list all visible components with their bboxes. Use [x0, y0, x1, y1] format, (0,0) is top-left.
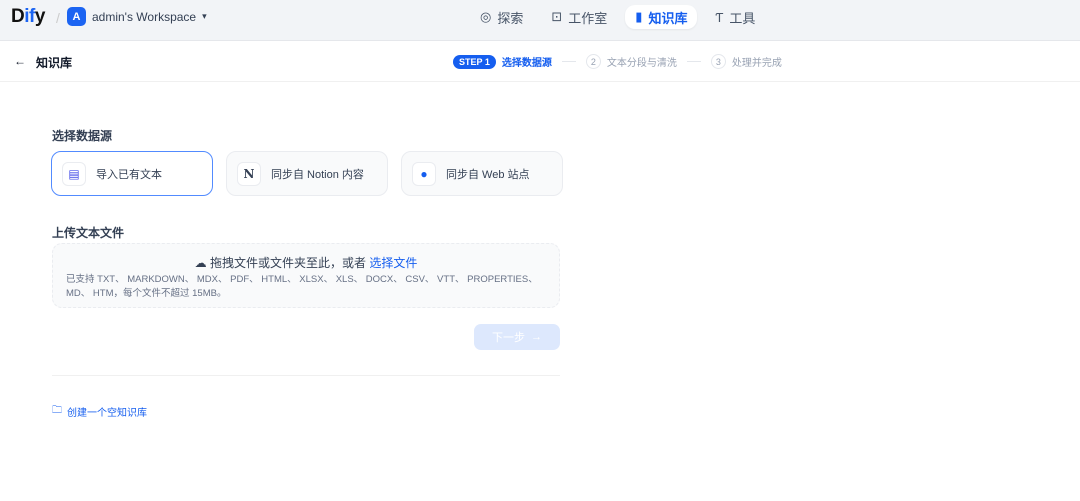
sub-header: ← 知识库 STEP 1 选择数据源 2 文本分段与清洗 3 处理并完成 — [0, 41, 1080, 82]
step-divider — [561, 61, 576, 62]
create-empty-label: 创建一个空知识库 — [67, 408, 147, 419]
file-dropzone[interactable]: ☁ 拖拽文件或文件夹至此，或者 选择文件 已支持 TXT、 MARKDOWN、 … — [52, 243, 560, 308]
upload-title: 上传文本文件 — [52, 226, 125, 240]
explore-icon: ◎ — [480, 9, 492, 24]
arrow-left-icon: ← — [14, 54, 26, 68]
nav-label: 工作室 — [568, 10, 608, 26]
nav-explore[interactable]: ◎ 探索 — [470, 5, 533, 29]
back-button[interactable]: ← 知识库 — [14, 54, 72, 71]
step-divider — [686, 61, 701, 62]
nav-label: 工具 — [729, 10, 756, 26]
option-label: 同步自 Notion 内容 — [271, 168, 364, 181]
workspace-avatar: A — [67, 7, 86, 26]
workspace-name: admin's Workspace — [92, 9, 197, 24]
stepper: STEP 1 选择数据源 2 文本分段与清洗 3 处理并完成 — [453, 54, 782, 69]
nav-knowledge[interactable]: ▮ 知识库 — [625, 5, 698, 29]
workspace-selector[interactable]: A admin's Workspace ▾ — [67, 7, 207, 26]
drop-text: 拖拽文件或文件夹至此，或者 — [209, 256, 366, 270]
step-2-label: 文本分段与清洗 — [606, 58, 677, 69]
divider: / — [56, 10, 60, 26]
notion-icon: N — [237, 161, 261, 186]
globe-icon: ● — [412, 161, 436, 186]
main-nav: ◎ 探索 ⊡ 工作室 ▮ 知识库 Ƭ 工具 — [470, 5, 765, 29]
option-label: 同步自 Web 站点 — [446, 168, 530, 181]
cloud-upload-icon: ☁ — [194, 256, 207, 270]
step-badge: STEP 1 — [453, 54, 496, 69]
divider — [52, 375, 560, 376]
book-icon: ▮ — [635, 9, 643, 24]
arrow-right-icon: → — [531, 331, 542, 343]
nav-label: 探索 — [497, 10, 524, 26]
hammer-icon: Ƭ — [715, 9, 724, 25]
step-1-label: 选择数据源 — [501, 58, 552, 69]
supported-formats: 已支持 TXT、 MARKDOWN、 MDX、 PDF、 HTML、 XLSX、… — [66, 274, 538, 299]
step-3-label: 处理并完成 — [731, 58, 782, 69]
option-label: 导入已有文本 — [96, 168, 162, 181]
create-empty-knowledge-link[interactable]: 🗀 创建一个空知识库 — [52, 403, 147, 420]
nav-label: 知识库 — [648, 10, 688, 26]
option-notion[interactable]: N 同步自 Notion 内容 — [226, 151, 388, 196]
folder-icon: 🗀 — [52, 405, 62, 416]
back-label: 知识库 — [36, 56, 73, 70]
top-bar: Dify / A admin's Workspace ▾ ◎ 探索 ⊡ 工作室 ▮ 知… — [0, 0, 1080, 41]
step-2-number: 2 — [585, 54, 601, 69]
nav-studio[interactable]: ⊡ 工作室 — [541, 5, 617, 29]
robot-icon: ⊡ — [551, 9, 563, 24]
next-button[interactable]: 下一步 → — [474, 324, 560, 350]
nav-tools[interactable]: Ƭ 工具 — [705, 5, 765, 29]
option-web[interactable]: ● 同步自 Web 站点 — [401, 151, 563, 196]
datasource-options: ▤ 导入已有文本 N 同步自 Notion 内容 ● 同步自 Web 站点 — [51, 151, 563, 196]
select-file-link[interactable]: 选择文件 — [369, 256, 417, 270]
dify-logo[interactable]: Dify — [11, 6, 45, 28]
option-import-text[interactable]: ▤ 导入已有文本 — [51, 151, 213, 196]
next-label: 下一步 — [492, 332, 525, 344]
step-3-number: 3 — [710, 54, 726, 69]
datasource-title: 选择数据源 — [52, 129, 113, 143]
chevron-down-icon: ▾ — [202, 11, 207, 21]
file-icon: ▤ — [62, 161, 86, 186]
